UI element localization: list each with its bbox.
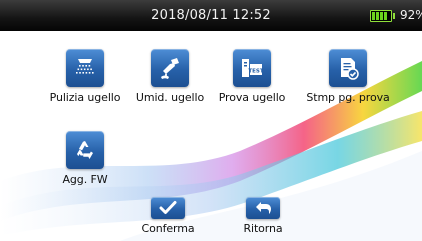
return-button[interactable]: Ritorna [215, 197, 311, 235]
nozzle-spray-icon [66, 49, 104, 87]
recycle-update-icon [66, 131, 104, 169]
return-arrow-icon [246, 197, 280, 219]
svg-text:TEST: TEST [248, 69, 263, 75]
confirm-button[interactable]: Conferma [120, 197, 216, 235]
stmp-pg-prova-tile[interactable]: Stmp pg. prova [300, 49, 396, 104]
print-test-page-icon [329, 49, 367, 87]
agg-fw-tile[interactable]: Agg. FW [37, 131, 133, 186]
pulizia-ugello-tile[interactable]: Pulizia ugello [37, 49, 133, 104]
battery-percentage: 92% [400, 8, 422, 22]
nozzle-test-icon: TEST [233, 49, 271, 87]
return-label: Ritorna [243, 222, 283, 235]
status-bar: 2018/08/11 12:52 92% [0, 0, 422, 31]
checkmark-icon [151, 197, 185, 219]
pulizia-ugello-label: Pulizia ugello [49, 91, 121, 104]
confirm-label: Conferma [141, 222, 195, 235]
prova-ugello-tile[interactable]: TEST Prova ugello [204, 49, 300, 104]
prova-ugello-label: Prova ugello [218, 91, 286, 104]
battery-icon [370, 10, 395, 22]
agg-fw-label: Agg. FW [62, 173, 108, 186]
stmp-pg-prova-label: Stmp pg. prova [306, 91, 390, 104]
nozzle-wet-icon [151, 49, 189, 87]
datetime-display: 2018/08/11 12:52 [151, 8, 271, 23]
main-panel: Pulizia ugello Umid. ugello TEST Prova u… [0, 31, 422, 241]
